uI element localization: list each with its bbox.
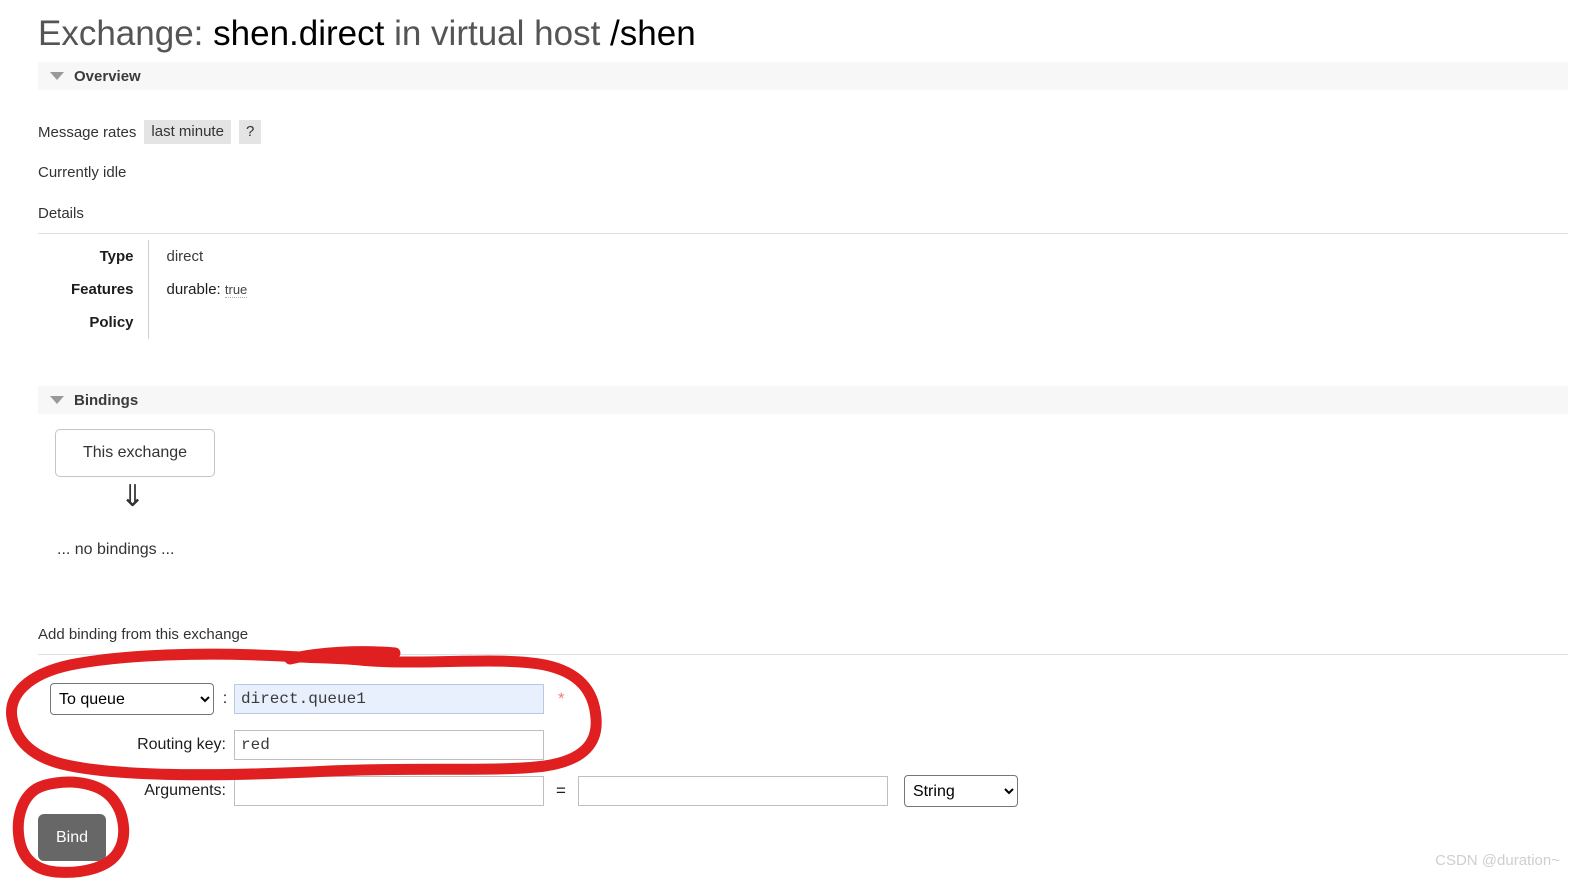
details-label: Details [38, 205, 84, 222]
routing-key-row: Routing key: [38, 722, 1018, 768]
this-exchange-box[interactable]: This exchange [55, 429, 215, 477]
argument-type-select[interactable]: String Number Boolean List [903, 775, 1018, 807]
this-exchange-label: This exchange [82, 444, 188, 461]
help-icon[interactable]: ? [238, 120, 262, 144]
page-title-exchange-name: shen.direct [213, 14, 385, 53]
routing-key-input[interactable] [234, 730, 544, 760]
table-row: Features durable: true [38, 273, 248, 306]
bindings-section-label: Bindings [74, 391, 139, 409]
details-divider [38, 233, 1568, 234]
bindings-section-header[interactable]: Bindings [38, 386, 1568, 414]
currently-idle-text: Currently idle [38, 164, 127, 181]
details-value-type: direct [166, 248, 204, 265]
details-table: Type direct Features durable: true Polic… [38, 240, 248, 339]
table-row: Policy [38, 306, 247, 339]
page-title-middle: in virtual host [394, 14, 601, 53]
details-key-type: Type [38, 240, 149, 273]
table-row: Type direct [38, 240, 247, 273]
annotation-circle-overshoot [284, 646, 401, 665]
arguments-row: Arguments: = String Number Boolean List [38, 768, 1018, 814]
destination-row: To queue To exchange : * [38, 676, 1018, 722]
chevron-down-icon[interactable] [50, 72, 64, 80]
rates-period-badge[interactable]: last minute [144, 120, 231, 144]
chevron-down-icon[interactable] [50, 396, 64, 404]
overview-section-header[interactable]: Overview [38, 62, 1568, 90]
details-key-policy: Policy [38, 306, 149, 339]
destination-colon: : [222, 690, 228, 707]
add-binding-divider [38, 654, 1568, 655]
overview-section-label: Overview [74, 67, 141, 85]
add-binding-heading: Add binding from this exchange [38, 626, 249, 643]
argument-key-input[interactable] [234, 776, 544, 806]
page-title-vhost: /shen [610, 14, 696, 53]
feature-value-durable: true [224, 282, 248, 298]
routing-key-label: Routing key: [137, 736, 226, 753]
no-bindings-text: ... no bindings ... [57, 541, 175, 558]
feature-name-durable: durable: [166, 281, 221, 298]
destination-type-select[interactable]: To queue To exchange [50, 683, 214, 715]
page-title-prefix: Exchange: [38, 14, 204, 53]
down-arrow-icon: ⇓ [120, 480, 146, 513]
argument-value-input[interactable] [577, 776, 888, 806]
bind-button[interactable]: Bind [38, 814, 106, 861]
equals-sign: = [556, 781, 566, 800]
destination-input[interactable] [234, 684, 544, 714]
add-binding-form: To queue To exchange : * Routing key: Ar… [38, 676, 1018, 814]
details-value-features: durable: true [148, 273, 248, 306]
watermark: CSDN @duration~ [1435, 852, 1560, 869]
message-rates-row: Message rates last minute ? [38, 119, 262, 145]
message-rates-label: Message rates [38, 123, 137, 141]
details-key-features: Features [38, 273, 149, 306]
page-title: Exchange: shen.direct in virtual host /s… [38, 12, 696, 56]
required-marker: * [558, 689, 565, 708]
arguments-label: Arguments: [144, 782, 226, 799]
details-value-policy [148, 306, 247, 339]
